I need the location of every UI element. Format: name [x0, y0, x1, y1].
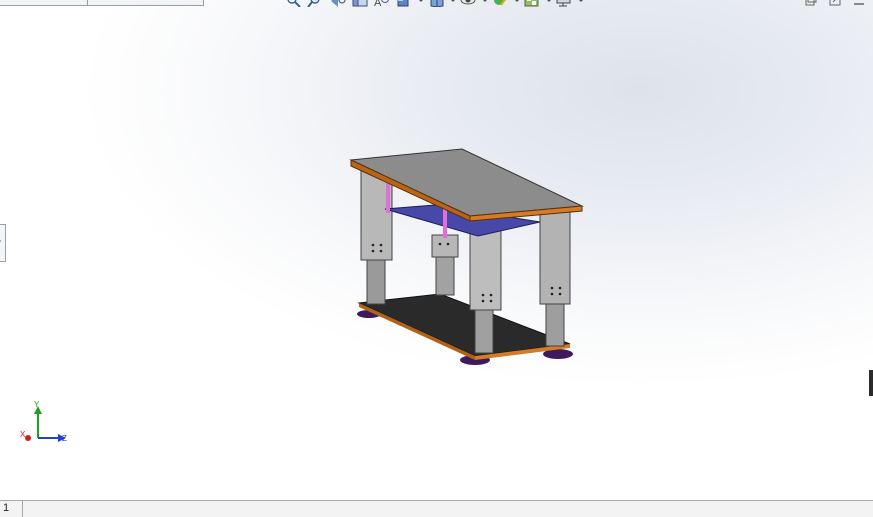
leg-front-right-lower [545, 299, 565, 347]
triad-z-label: Z [62, 434, 67, 443]
workbench-model[interactable] [0, 0, 873, 500]
triad-x-label: X [20, 430, 26, 439]
leg-back-center-upper [431, 234, 459, 258]
reference-triad: Y Z X [14, 400, 78, 450]
status-cell: 1 [0, 501, 23, 517]
graphics-area[interactable]: A Y Z X [0, 0, 873, 500]
status-bar: 1 [0, 500, 873, 517]
pink-spacer-right [443, 208, 447, 238]
leg-back-center-lower [435, 252, 455, 296]
leg-front-left-lower [474, 304, 494, 354]
base-plate [357, 293, 571, 357]
leg-front-right-upper [539, 211, 571, 305]
triad-x-axis-dot [25, 435, 31, 441]
pink-spacer-left [386, 183, 390, 213]
triad-y-label: Y [34, 400, 40, 409]
bolt-holes [371, 242, 562, 303]
leg-back-left-lower [366, 257, 386, 305]
